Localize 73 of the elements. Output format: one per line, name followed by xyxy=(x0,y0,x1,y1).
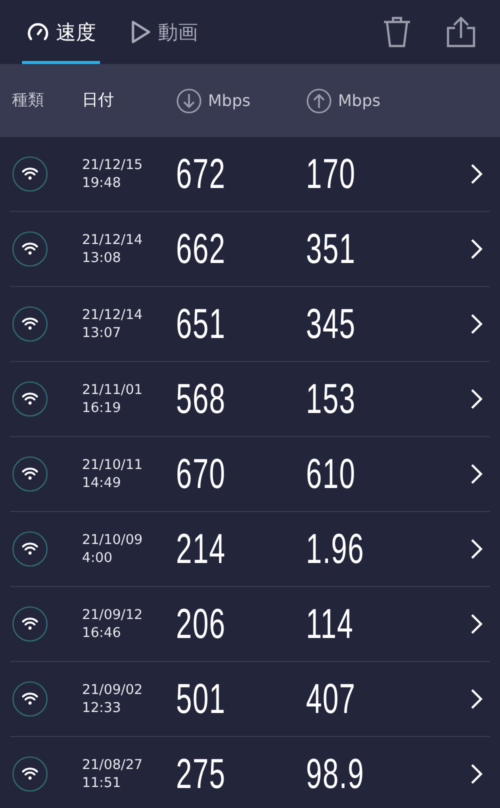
result-row[interactable]: 21/11/01 16:19 568 153 xyxy=(10,362,490,437)
test-time: 14:49 xyxy=(82,474,122,492)
upload-speed: 610 xyxy=(306,450,356,498)
result-row[interactable]: 21/10/09 4:00 214 1.96 xyxy=(10,512,490,587)
result-row[interactable]: 21/08/27 11:51 275 98.9 xyxy=(10,737,490,808)
download-speed: 662 xyxy=(176,225,226,273)
upload-icon xyxy=(306,88,332,114)
wifi-icon xyxy=(12,381,48,417)
test-date: 21/12/14 xyxy=(82,306,144,324)
upload-speed: 98.9 xyxy=(306,750,364,798)
upload-speed: 114 xyxy=(306,600,354,648)
test-time: 11:51 xyxy=(82,774,122,792)
wifi-icon xyxy=(12,306,48,342)
result-row[interactable]: 21/12/15 19:48 672 170 xyxy=(10,137,490,212)
wifi-icon xyxy=(12,756,48,792)
result-row[interactable]: 21/12/14 13:08 662 351 xyxy=(10,212,490,287)
download-icon xyxy=(176,88,202,114)
chevron-right-icon[interactable] xyxy=(470,163,484,185)
test-time: 12:33 xyxy=(82,699,122,717)
test-time: 13:07 xyxy=(82,324,122,342)
result-row[interactable]: 21/09/02 12:33 501 407 xyxy=(10,662,490,737)
trash-icon[interactable] xyxy=(382,16,412,48)
wifi-icon xyxy=(12,231,48,267)
test-time: 4:00 xyxy=(82,549,114,567)
chevron-right-icon[interactable] xyxy=(470,388,484,410)
test-date: 21/10/11 xyxy=(82,456,144,474)
wifi-icon xyxy=(12,606,48,642)
upload-speed: 351 xyxy=(306,225,356,273)
test-time: 16:46 xyxy=(82,624,122,642)
chevron-right-icon[interactable] xyxy=(470,763,484,785)
column-header: Mbps xyxy=(338,91,380,110)
column-header: 日付 xyxy=(82,90,115,111)
upload-speed: 170 xyxy=(306,150,356,198)
download-speed: 214 xyxy=(176,525,226,573)
chevron-right-icon[interactable] xyxy=(470,688,484,710)
wifi-icon xyxy=(12,456,48,492)
download-speed: 670 xyxy=(176,450,226,498)
tab[interactable]: 動画 xyxy=(126,0,202,64)
wifi-icon xyxy=(12,531,48,567)
test-date: 21/12/14 xyxy=(82,231,144,249)
test-date: 21/10/09 xyxy=(82,531,144,549)
test-time: 16:19 xyxy=(82,399,122,417)
result-row[interactable]: 21/10/11 14:49 670 610 xyxy=(10,437,490,512)
chevron-right-icon[interactable] xyxy=(470,613,484,635)
test-date: 21/11/01 xyxy=(82,381,144,399)
wifi-icon xyxy=(12,156,48,192)
upload-speed: 407 xyxy=(306,675,356,723)
download-speed: 206 xyxy=(176,600,226,648)
test-time: 13:08 xyxy=(82,249,122,267)
chevron-right-icon[interactable] xyxy=(470,238,484,260)
download-speed: 568 xyxy=(176,375,226,423)
column-header: Mbps xyxy=(208,91,250,110)
chevron-right-icon[interactable] xyxy=(470,538,484,560)
test-date: 21/12/15 xyxy=(82,156,144,174)
play-icon xyxy=(130,20,152,44)
result-row[interactable]: 21/09/12 16:46 206 114 xyxy=(10,587,490,662)
test-date: 21/09/02 xyxy=(82,681,144,699)
upload-speed: 1.96 xyxy=(306,525,364,573)
test-date: 21/08/27 xyxy=(82,756,144,774)
test-date: 21/09/12 xyxy=(82,606,144,624)
download-speed: 672 xyxy=(176,150,226,198)
share-icon[interactable] xyxy=(446,16,476,48)
download-speed: 501 xyxy=(176,675,226,723)
upload-speed: 153 xyxy=(306,375,356,423)
upload-speed: 345 xyxy=(306,300,356,348)
result-row[interactable]: 21/12/14 13:07 651 345 xyxy=(10,287,490,362)
download-speed: 651 xyxy=(176,300,226,348)
download-speed: 275 xyxy=(176,750,226,798)
test-time: 19:48 xyxy=(82,174,122,192)
wifi-icon xyxy=(12,681,48,717)
chevron-right-icon[interactable] xyxy=(470,463,484,485)
chevron-right-icon[interactable] xyxy=(470,313,484,335)
column-header: 種類 xyxy=(11,90,45,111)
